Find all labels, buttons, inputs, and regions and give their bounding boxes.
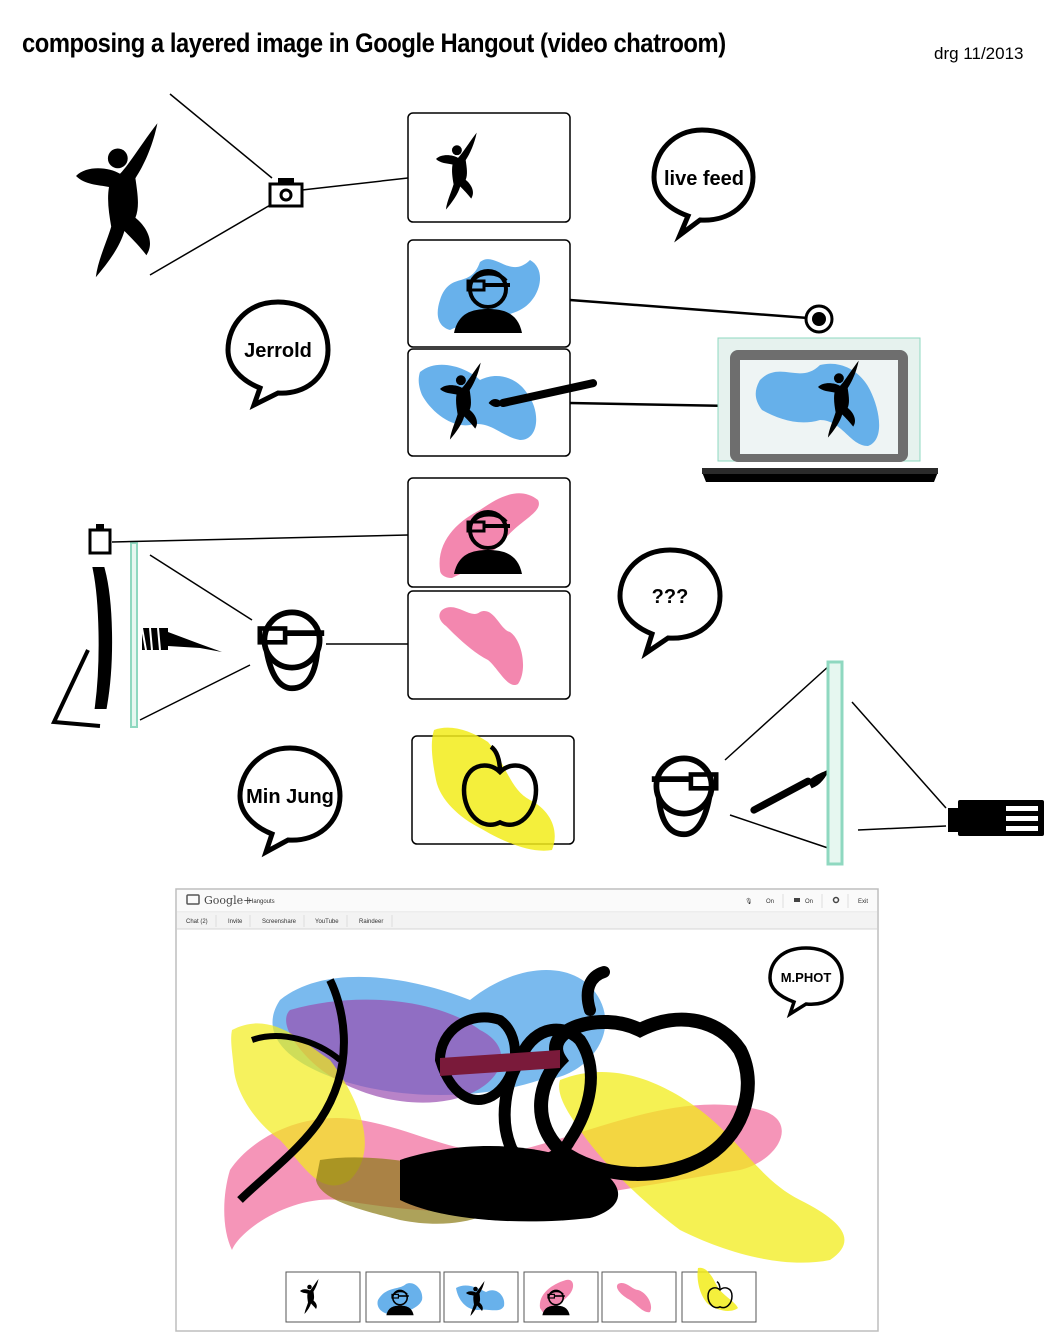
speech-bubble-unknown: ???: [617, 547, 723, 660]
mic-icon[interactable]: 🎙: [745, 897, 753, 905]
dancer-icon: [76, 123, 158, 278]
thumbnail-apple[interactable]: [681, 1267, 757, 1323]
thumbnail-jerrold-webcam[interactable]: [365, 1271, 441, 1323]
thumbnail-min-jung-painting[interactable]: [601, 1271, 677, 1323]
view-line: [729, 814, 829, 849]
video-status[interactable]: On: [805, 899, 813, 905]
projector-view-line: [851, 701, 947, 809]
bubble-live-feed-text: live feed: [664, 168, 744, 190]
tab-chat[interactable]: Chat (2): [186, 919, 208, 925]
head-with-glasses-icon: [652, 758, 716, 834]
mic-status[interactable]: On: [766, 899, 774, 905]
projector-icon: [948, 800, 1044, 836]
tab-screenshare[interactable]: Screenshare: [262, 919, 297, 925]
thumbnail-jerrold-painting[interactable]: [443, 1271, 519, 1323]
exit-button[interactable]: Exit: [858, 899, 868, 905]
projector-view-line: [857, 825, 947, 831]
bubble-min-jung-text: Min Jung: [246, 786, 334, 808]
laptop-connector-line: [569, 401, 733, 408]
view-line: [724, 664, 831, 761]
bubble-jerrold-text: Jerrold: [244, 340, 312, 362]
tab-invite[interactable]: Invite: [228, 919, 243, 925]
video-icon[interactable]: [794, 898, 800, 902]
speech-bubble-jerrold: Jerrold: [225, 299, 331, 411]
projection-screen-icon: [826, 660, 844, 866]
camera-view-line: [169, 93, 273, 179]
panel-jerrold-webcam: [407, 239, 571, 348]
thumbnail-live-feed[interactable]: [285, 1271, 361, 1323]
hangout-product: Hangouts: [249, 899, 275, 905]
paintbrush-icon: [754, 769, 830, 810]
tab-youtube[interactable]: YouTube: [315, 919, 339, 925]
tab-raindeer[interactable]: Raindeer: [359, 919, 383, 925]
speech-bubble-live-feed: live feed: [651, 127, 756, 243]
monitor-icon: [50, 524, 138, 728]
bubble-unknown-text: ???: [652, 586, 689, 608]
panel-jerrold-painting: [407, 348, 598, 457]
panel-live-feed: [407, 112, 571, 223]
head-with-glasses-icon: [260, 612, 324, 688]
panel-min-jung-webcam: [407, 477, 571, 588]
speech-bubble-min-jung: Min Jung: [237, 745, 343, 858]
panel-min-jung-painting: [407, 590, 571, 700]
webcam-icon: [804, 304, 834, 334]
camera-view-line: [149, 203, 273, 276]
monitor-connector-line: [111, 534, 409, 543]
bubble-mphot-text: M.PHOT: [781, 970, 832, 985]
view-line: [139, 664, 251, 721]
hangout-brand: Google+: [204, 894, 252, 907]
laptop-icon: [702, 337, 938, 482]
view-line: [149, 554, 253, 621]
camera-icon: [268, 178, 304, 208]
webcam-connector-line: [569, 298, 809, 320]
paintbrush-icon: [141, 627, 222, 652]
feed-connector-line: [301, 177, 409, 191]
panel-apple: [411, 727, 575, 851]
thumbnail-min-jung-webcam[interactable]: [523, 1271, 599, 1323]
